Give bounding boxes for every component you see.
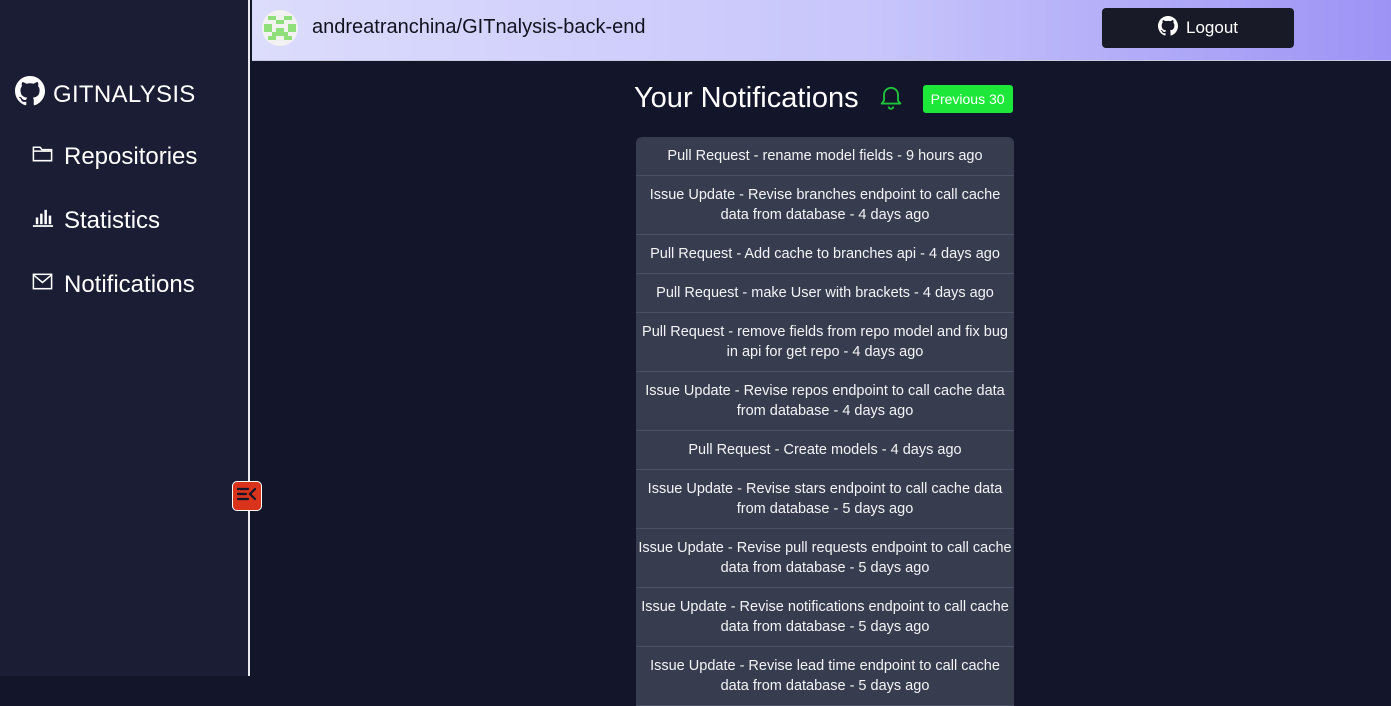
notification-item[interactable]: Pull Request - make User with brackets -…: [636, 274, 1014, 313]
notification-item[interactable]: Issue Update - Revise branches endpoint …: [636, 176, 1014, 235]
notification-item[interactable]: Pull Request - rename model fields - 9 h…: [636, 137, 1014, 176]
brand-label: GITNALYSIS: [53, 80, 196, 108]
collapse-sidebar-icon: [236, 487, 257, 506]
page-title: Your Notifications: [634, 82, 859, 114]
notification-item[interactable]: Issue Update - Revise repos endpoint to …: [636, 372, 1014, 431]
logout-label: Logout: [1186, 18, 1238, 37]
notification-list: Pull Request - rename model fields - 9 h…: [636, 137, 1014, 706]
sidebar: GITNALYSIS Repositories Statistics Notif…: [0, 0, 250, 676]
notifications-header: Your Notifications Previous 30: [634, 82, 1013, 115]
notification-item[interactable]: Issue Update - Revise notifications endp…: [636, 588, 1014, 647]
sidebar-nav: Repositories Statistics Notifications: [31, 140, 197, 332]
avatar[interactable]: [262, 10, 298, 46]
notification-item[interactable]: Pull Request - remove fields from repo m…: [636, 313, 1014, 372]
top-header: andreatranchina/GITnalysis-back-end Logo…: [252, 0, 1391, 61]
notification-item[interactable]: Issue Update - Revise pull requests endp…: [636, 529, 1014, 588]
sidebar-item-statistics[interactable]: Statistics: [31, 204, 197, 238]
repo-title: andreatranchina/GITnalysis-back-end: [312, 16, 646, 38]
notification-item[interactable]: Pull Request - Add cache to branches api…: [636, 235, 1014, 274]
github-icon: [1158, 15, 1178, 41]
notification-item[interactable]: Issue Update - Revise stars endpoint to …: [636, 470, 1014, 529]
collapse-sidebar-button[interactable]: [232, 481, 262, 511]
github-icon: [15, 76, 45, 113]
brand[interactable]: GITNALYSIS: [15, 76, 196, 113]
sidebar-item-label: Statistics: [64, 207, 161, 234]
sidebar-item-label: Repositories: [64, 143, 198, 170]
sidebar-item-label: Notifications: [64, 271, 195, 298]
notification-item[interactable]: Pull Request - Create models - 4 days ag…: [636, 431, 1014, 470]
logout-button[interactable]: Logout: [1102, 8, 1294, 48]
bar-chart-icon: [31, 206, 54, 236]
mail-icon: [31, 270, 54, 300]
sidebar-item-notifications[interactable]: Notifications: [31, 268, 197, 302]
notification-item[interactable]: Issue Update - Revise lead time endpoint…: [636, 647, 1014, 706]
folder-icon: [31, 142, 54, 172]
bell-icon: [877, 82, 905, 115]
previous-30-button[interactable]: Previous 30: [922, 84, 1013, 113]
sidebar-item-repositories[interactable]: Repositories: [31, 140, 197, 174]
